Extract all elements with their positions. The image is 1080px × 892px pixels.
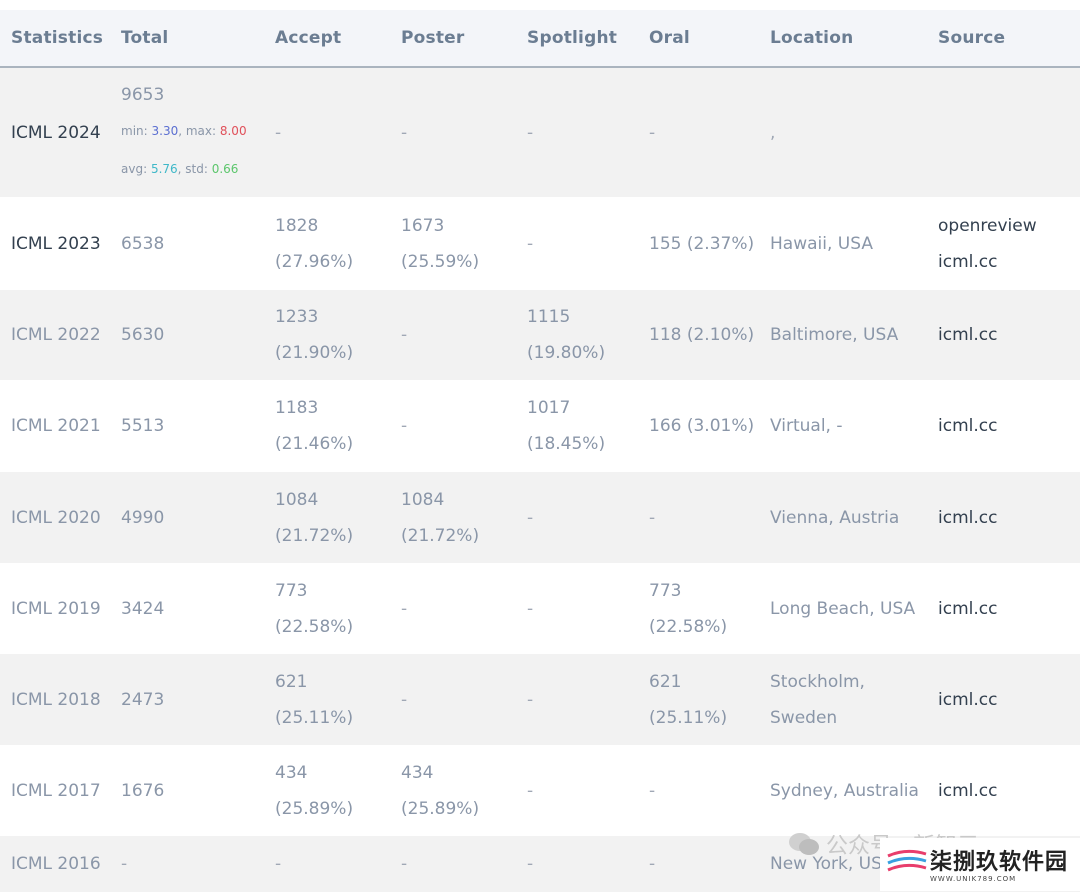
logo-swoosh-icon bbox=[887, 849, 927, 872]
poster-cell: 1084 (21.72%) bbox=[401, 489, 480, 546]
accept-cell: 1233 (21.90%) bbox=[275, 307, 354, 363]
oral-cell: - bbox=[649, 122, 656, 143]
col-header-total[interactable]: Total bbox=[110, 10, 264, 67]
location-cell: , bbox=[770, 122, 776, 143]
location-cell: Baltimore, USA bbox=[770, 325, 899, 345]
conference-cell: ICML 2020 bbox=[11, 507, 101, 528]
conference-cell: ICML 2024 bbox=[11, 122, 101, 143]
conference-cell: ICML 2023 bbox=[11, 233, 101, 254]
conference-cell: ICML 2018 bbox=[11, 689, 101, 710]
spotlight-cell: - bbox=[527, 507, 534, 528]
accept-cell: 1828 (27.96%) bbox=[275, 215, 354, 272]
spotlight-cell: - bbox=[527, 780, 534, 801]
accept-cell: 621 (25.11%) bbox=[275, 671, 354, 728]
total-cell: 6538 bbox=[121, 233, 165, 254]
table-row: ICML 2020 4990 1084 (21.72%) 1084 (21.72… bbox=[0, 472, 1080, 563]
source-link[interactable]: icml.cc bbox=[927, 472, 1080, 563]
accept-cell: 434 (25.89%) bbox=[275, 762, 354, 819]
source-link[interactable]: openreview icml.cc bbox=[927, 197, 1080, 290]
total-cell: 4990 bbox=[121, 507, 165, 528]
total-cell: 3424 bbox=[121, 598, 165, 619]
location-cell: Hawaii, USA bbox=[770, 233, 873, 254]
spotlight-cell: - bbox=[527, 598, 534, 619]
oral-cell: 621 (25.11%) bbox=[649, 671, 728, 728]
accept-cell: 1084 (21.72%) bbox=[275, 489, 354, 546]
spotlight-cell: - bbox=[527, 854, 534, 874]
total-cell: 5630 bbox=[121, 325, 165, 345]
source-link[interactable]: icml.cc bbox=[927, 290, 1080, 380]
poster-cell: - bbox=[401, 689, 408, 710]
col-header-location[interactable]: Location bbox=[759, 10, 927, 67]
source-link[interactable]: icml.cc bbox=[927, 654, 1080, 745]
col-header-spotlight[interactable]: Spotlight bbox=[516, 10, 638, 67]
logo-text: 柒捌玖软件园 bbox=[930, 850, 1069, 875]
poster-cell: - bbox=[401, 325, 408, 345]
logo-url: WWW.UNIK789.COM bbox=[930, 875, 1017, 883]
source-link[interactable]: icml.cc bbox=[927, 380, 1080, 472]
total-cell: - bbox=[121, 854, 128, 874]
accept-cell: - bbox=[275, 122, 282, 143]
poster-cell: - bbox=[401, 122, 408, 143]
oral-cell: 155 (2.37%) bbox=[649, 233, 755, 254]
poster-cell: - bbox=[401, 416, 408, 436]
conference-stats-table: Statistics Total Accept Poster Spotlight… bbox=[0, 10, 1080, 892]
oral-cell: - bbox=[649, 854, 656, 874]
accept-cell: - bbox=[275, 854, 282, 874]
conference-cell: ICML 2017 bbox=[11, 780, 101, 801]
total-cell: 9653 min: 3.30, max: 8.00 avg: 5.76, std… bbox=[110, 67, 264, 197]
oral-cell: - bbox=[649, 780, 656, 801]
poster-cell: - bbox=[401, 598, 408, 619]
oral-cell: 773 (22.58%) bbox=[649, 580, 728, 637]
conference-cell: ICML 2021 bbox=[11, 416, 101, 436]
oral-cell: 118 (2.10%) bbox=[649, 325, 755, 345]
accept-cell: 773 (22.58%) bbox=[275, 580, 354, 637]
poster-cell: - bbox=[401, 854, 408, 874]
oral-cell: 166 (3.01%) bbox=[649, 416, 755, 436]
table-row: ICML 2022 5630 1233 (21.90%) - 1115 (19.… bbox=[0, 290, 1080, 380]
spotlight-cell: - bbox=[527, 233, 534, 254]
source-link[interactable]: icml.cc bbox=[927, 563, 1080, 654]
accept-cell: 1183 (21.46%) bbox=[275, 398, 354, 454]
source-link[interactable]: icml.cc bbox=[927, 745, 1080, 836]
col-header-poster[interactable]: Poster bbox=[390, 10, 516, 67]
col-header-oral[interactable]: Oral bbox=[638, 10, 759, 67]
wechat-icon bbox=[789, 833, 819, 855]
table-row: ICML 2021 5513 1183 (21.46%) - 1017 (18.… bbox=[0, 380, 1080, 472]
total-cell: 1676 bbox=[121, 780, 165, 801]
table-row: ICML 2019 3424 773 (22.58%) - - 773 (22.… bbox=[0, 563, 1080, 654]
location-cell: Long Beach, USA bbox=[770, 598, 916, 619]
oral-cell: - bbox=[649, 507, 656, 528]
total-cell: 5513 bbox=[121, 416, 165, 436]
conference-cell: ICML 2022 bbox=[11, 325, 101, 345]
total-cell: 2473 bbox=[121, 689, 165, 710]
score-min-max: min: 3.30, max: 8.00 bbox=[121, 123, 247, 138]
source-cell bbox=[927, 67, 1080, 197]
site-logo[interactable]: 柒捌玖软件园 WWW.UNIK789.COM bbox=[880, 838, 1080, 891]
col-header-accept[interactable]: Accept bbox=[264, 10, 390, 67]
location-cell: Virtual, - bbox=[770, 416, 843, 436]
spotlight-cell: - bbox=[527, 122, 534, 143]
spotlight-cell: 1115 (19.80%) bbox=[527, 307, 606, 363]
score-avg-std: avg: 5.76, std: 0.66 bbox=[121, 161, 239, 176]
col-header-statistics[interactable]: Statistics bbox=[0, 10, 110, 67]
conference-cell: ICML 2016 bbox=[11, 854, 101, 874]
table-row: ICML 2018 2473 621 (25.11%) - - 621 (25.… bbox=[0, 654, 1080, 745]
location-cell: Sydney, Australia bbox=[770, 780, 919, 801]
location-cell: Stockholm, Sweden bbox=[770, 671, 865, 728]
poster-cell: 1673 (25.59%) bbox=[401, 215, 480, 272]
location-cell: Vienna, Austria bbox=[770, 507, 900, 528]
table-row: ICML 2017 1676 434 (25.89%) 434 (25.89%)… bbox=[0, 745, 1080, 836]
col-header-source[interactable]: Source bbox=[927, 10, 1080, 67]
spotlight-cell: 1017 (18.45%) bbox=[527, 398, 606, 454]
table-row: ICML 2024 9653 min: 3.30, max: 8.00 avg:… bbox=[0, 67, 1080, 197]
poster-cell: 434 (25.89%) bbox=[401, 762, 480, 819]
spotlight-cell: - bbox=[527, 689, 534, 710]
conference-cell: ICML 2019 bbox=[11, 598, 101, 619]
table-row: ICML 2023 6538 1828 (27.96%) 1673 (25.59… bbox=[0, 197, 1080, 290]
table-header-row: Statistics Total Accept Poster Spotlight… bbox=[0, 10, 1080, 67]
